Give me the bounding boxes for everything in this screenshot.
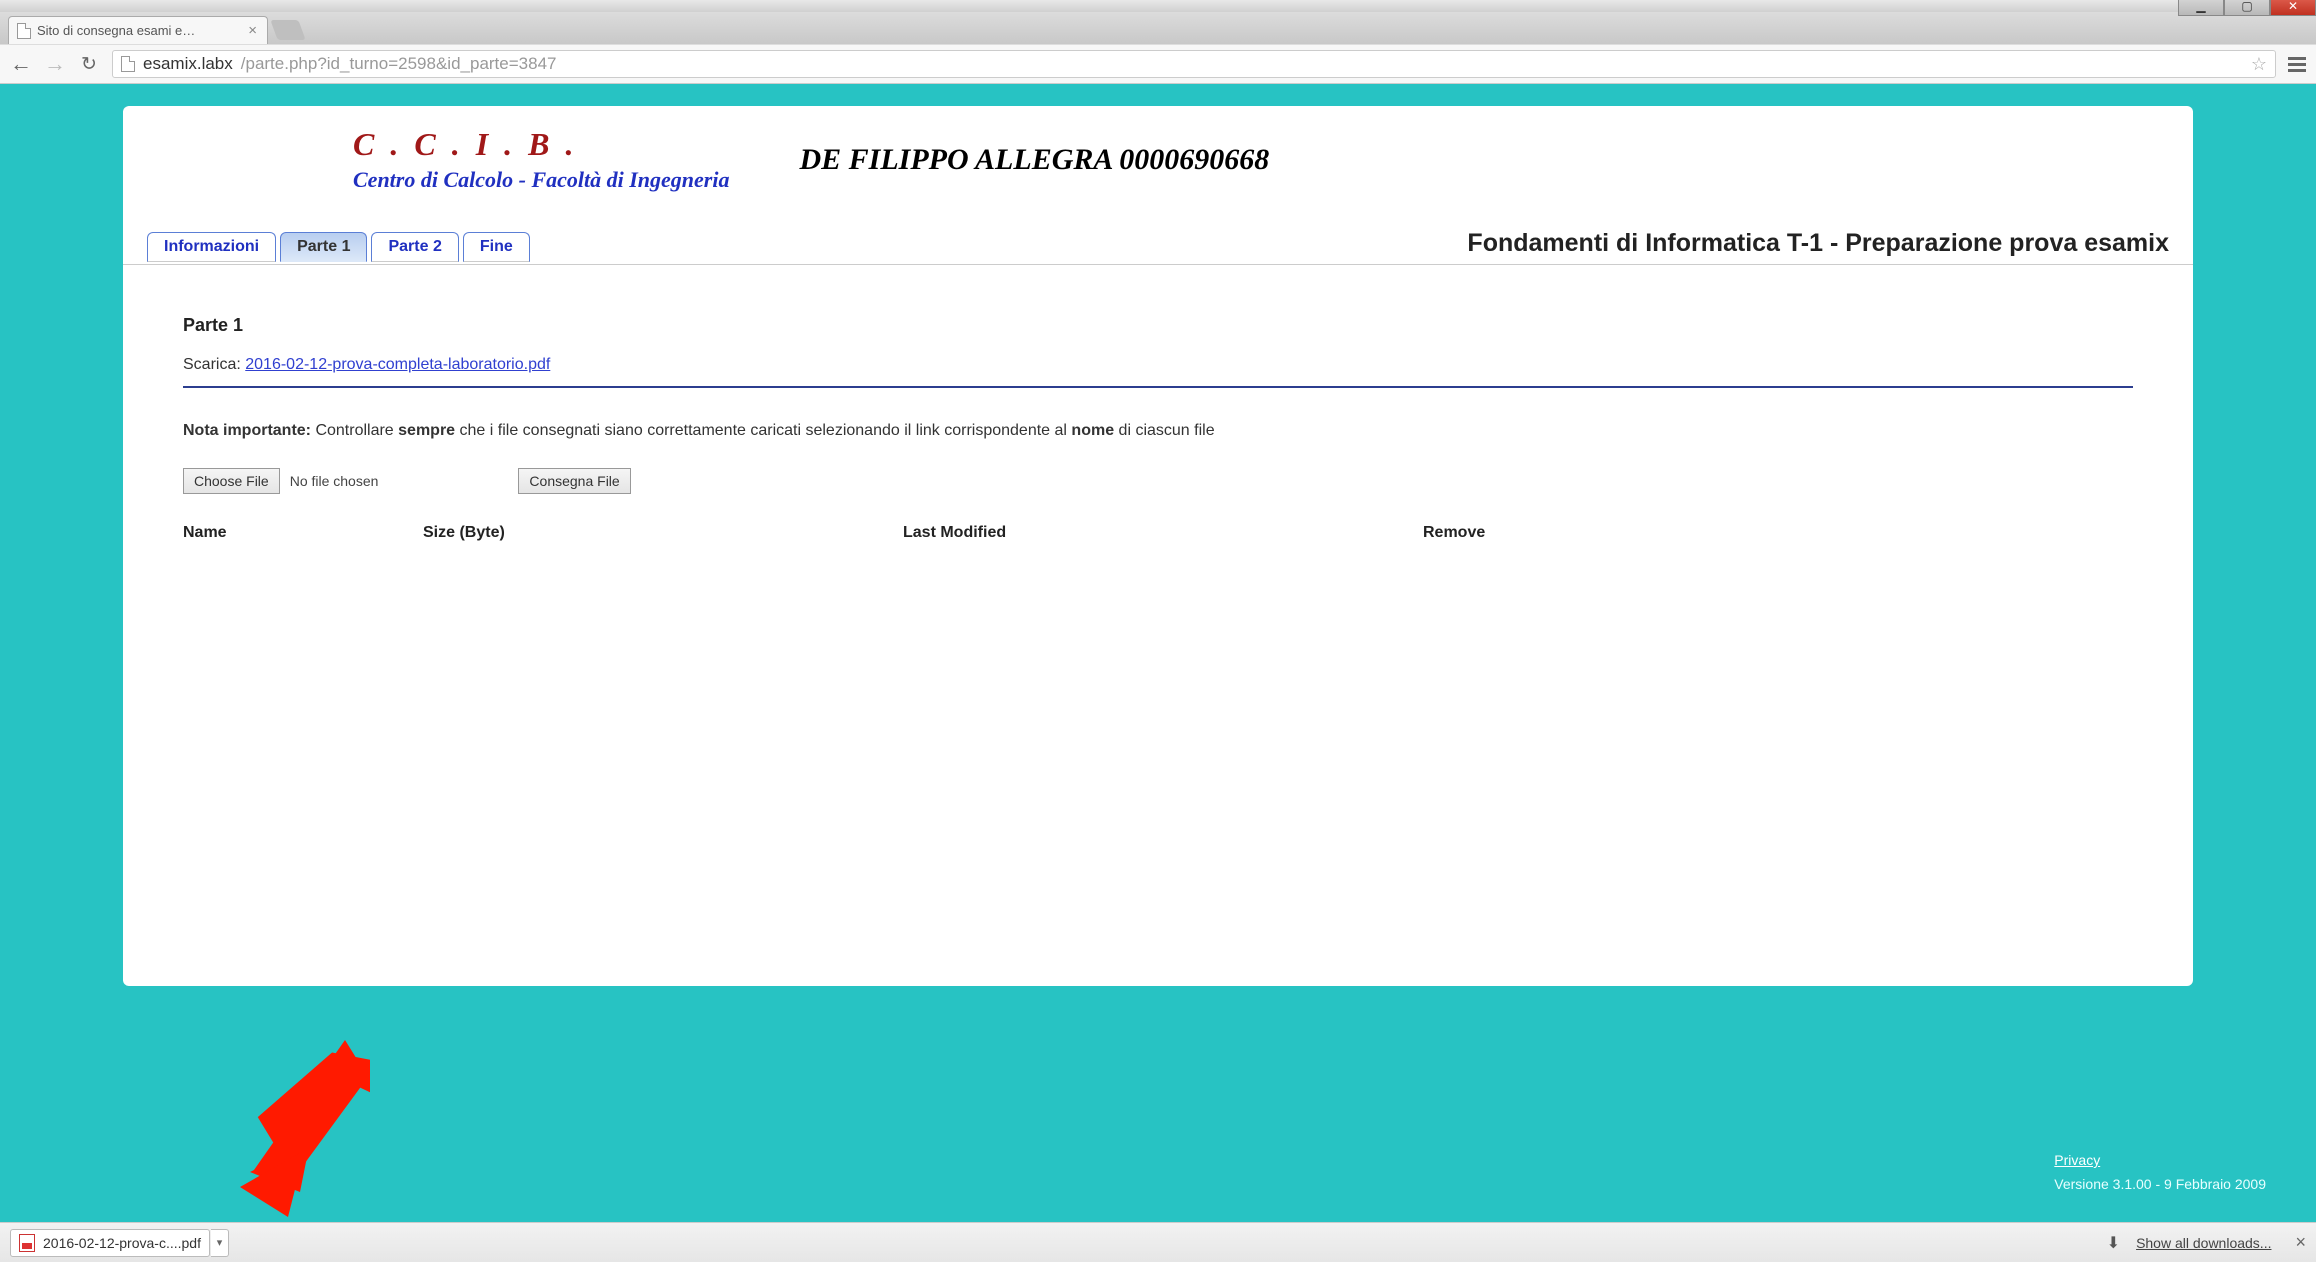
ccib-logo-block: C . C . I . B . Centro di Calcolo - Faco… [353,126,729,193]
note-text-3: di ciascun file [1114,422,1215,439]
back-button[interactable]: ← [10,51,32,77]
page-viewport: C . C . I . B . Centro di Calcolo - Faco… [0,84,2316,1222]
window-controls: ▁ ▢ ✕ [2178,0,2316,16]
window-titlebar: ▁ ▢ ✕ [0,0,2316,12]
col-modified: Last Modified [903,524,1423,542]
note-strong-2: nome [1071,422,1114,439]
main-content: Parte 1 Scarica: 2016-02-12-prova-comple… [123,265,2193,542]
no-file-chosen-label: No file chosen [290,473,379,489]
browser-tab-title: Sito di consegna esami e… [37,23,242,38]
pdf-icon [19,1234,35,1252]
file-table-header: Name Size (Byte) Last Modified Remove [183,524,2133,542]
menu-icon[interactable] [2288,57,2306,72]
browser-tab-active[interactable]: Sito di consegna esami e… × [8,16,268,44]
section-title: Parte 1 [183,315,2133,336]
note-prefix: Nota importante: [183,422,311,439]
page-footer: Privacy Versione 3.1.00 - 9 Febbraio 200… [2054,1152,2266,1192]
address-bar[interactable]: esamix.labx/parte.php?id_turno=2598&id_p… [112,50,2276,78]
course-title: Fondamenti di Informatica T-1 - Preparaz… [1467,229,2169,264]
note-text-1: Controllare [311,422,398,439]
page-icon [17,23,31,39]
tab-parte-1[interactable]: Parte 1 [280,232,367,262]
window-minimize-button[interactable]: ▁ [2178,0,2224,16]
col-name: Name [183,524,423,542]
page-card: C . C . I . B . Centro di Calcolo - Faco… [123,106,2193,986]
close-icon[interactable]: × [248,22,257,39]
col-size: Size (Byte) [423,524,903,542]
new-tab-button[interactable] [270,20,305,40]
annotation-arrow-icon [210,1032,370,1222]
divider [183,386,2133,388]
important-note: Nota importante: Controllare sempre che … [183,422,2133,440]
bookmark-icon[interactable]: ☆ [2251,54,2267,75]
col-remove: Remove [1423,524,1485,542]
browser-toolbar: ← → ↻ esamix.labx/parte.php?id_turno=259… [0,44,2316,84]
download-chip-label: 2016-02-12-prova-c....pdf [43,1235,201,1251]
url-domain: esamix.labx [143,54,233,74]
show-all-downloads-link[interactable]: Show all downloads... [2136,1235,2271,1251]
close-icon[interactable]: × [2295,1232,2306,1253]
download-label: Scarica: [183,356,241,373]
download-icon: ⬇ [2107,1233,2120,1253]
forward-button[interactable]: → [44,51,66,77]
privacy-link[interactable]: Privacy [2054,1152,2100,1168]
window-close-button[interactable]: ✕ [2270,0,2316,16]
ccib-title: C . C . I . B . [353,126,729,163]
submit-file-button[interactable]: Consegna File [518,468,630,494]
page-icon [121,56,135,72]
ccib-subtitle: Centro di Calcolo - Facoltà di Ingegneri… [353,167,729,193]
note-strong-1: sempre [398,422,455,439]
page-header: C . C . I . B . Centro di Calcolo - Faco… [123,126,2193,193]
browser-tab-strip: Sito di consegna esami e… × [0,12,2316,44]
page-tabs: Informazioni Parte 1 Parte 2 Fine [147,232,530,261]
version-label: Versione 3.1.00 - 9 Febbraio 2009 [2054,1176,2266,1192]
page-tabs-row: Informazioni Parte 1 Parte 2 Fine Fondam… [123,229,2193,265]
download-link[interactable]: 2016-02-12-prova-completa-laboratorio.pd… [245,356,550,373]
reload-button[interactable]: ↻ [78,53,100,76]
tab-fine[interactable]: Fine [463,232,530,262]
download-shelf: 2016-02-12-prova-c....pdf ▾ ⬇ Show all d… [0,1222,2316,1262]
tab-informazioni[interactable]: Informazioni [147,232,276,262]
note-text-2: che i file consegnati siano correttament… [455,422,1071,439]
student-name: DE FILIPPO ALLEGRA 0000690668 [799,143,1269,177]
download-line: Scarica: 2016-02-12-prova-completa-labor… [183,356,2133,374]
tab-parte-2[interactable]: Parte 2 [371,232,458,262]
choose-file-button[interactable]: Choose File [183,468,280,494]
url-path: /parte.php?id_turno=2598&id_parte=3847 [241,54,557,74]
download-chip[interactable]: 2016-02-12-prova-c....pdf [10,1229,210,1257]
download-chip-menu[interactable]: ▾ [211,1229,229,1257]
upload-row: Choose File No file chosen Consegna File [183,468,2133,494]
window-maximize-button[interactable]: ▢ [2224,0,2270,16]
